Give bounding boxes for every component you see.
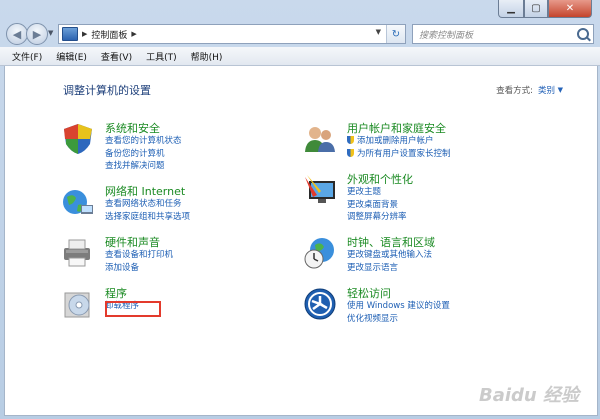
- address-dropdown-icon[interactable]: ▼: [376, 28, 381, 36]
- menu-tools[interactable]: 工具(T): [146, 50, 177, 63]
- caption-buttons: ▁ ▢ ✕: [498, 0, 592, 18]
- category-clock-language-region: 时钟、语言和区域 更改键盘或其他输入法 更改显示语言: [303, 234, 533, 278]
- search-placeholder: 搜索控制面板: [419, 30, 474, 41]
- ease-of-access-icon[interactable]: [303, 287, 337, 321]
- category-heading[interactable]: 硬件和声音: [105, 234, 160, 250]
- users-icon[interactable]: [303, 122, 337, 156]
- category-network-internet: 网络和 Internet 查看网络状态和任务 选择家庭组和共享选项: [61, 183, 291, 227]
- view-by-label: 查看方式:: [496, 86, 533, 96]
- category-heading[interactable]: 系统和安全: [105, 120, 160, 136]
- category-hardware-sound: 硬件和声音 查看设备和打印机 添加设备: [61, 234, 291, 278]
- link-add-device[interactable]: 添加设备: [105, 262, 173, 275]
- back-button[interactable]: ◀: [6, 23, 28, 45]
- link-troubleshoot[interactable]: 查找并解决问题: [105, 160, 182, 173]
- search-box[interactable]: 搜索控制面板: [412, 24, 594, 44]
- link-change-input-method[interactable]: 更改键盘或其他输入法: [347, 249, 432, 262]
- breadcrumb-arrow-icon[interactable]: ▶: [82, 30, 87, 38]
- link-devices-printers[interactable]: 查看设备和打印机: [105, 249, 173, 262]
- view-by-dropdown[interactable]: 类别: [538, 84, 555, 96]
- close-button[interactable]: ✕: [548, 0, 592, 18]
- menu-help[interactable]: 帮助(H): [191, 50, 223, 63]
- link-add-remove-accounts[interactable]: 添加或删除用户帐户: [347, 135, 451, 148]
- control-panel-icon: [62, 27, 78, 41]
- link-optimize-video[interactable]: 优化视频显示: [347, 313, 450, 326]
- search-icon[interactable]: [577, 28, 589, 40]
- link-desktop-background[interactable]: 更改桌面背景: [347, 199, 407, 212]
- menu-view[interactable]: 查看(V): [101, 50, 132, 63]
- minimize-button[interactable]: ▁: [498, 0, 524, 18]
- printer-icon[interactable]: [61, 236, 95, 270]
- recent-pages-dropdown[interactable]: ▼: [48, 29, 53, 37]
- category-heading[interactable]: 程序: [105, 285, 127, 301]
- link-view-computer-status[interactable]: 查看您的计算机状态: [105, 135, 182, 148]
- link-display-language[interactable]: 更改显示语言: [347, 262, 432, 275]
- link-windows-recommended-settings[interactable]: 使用 Windows 建议的设置: [347, 300, 450, 313]
- category-ease-of-access: 轻松访问 使用 Windows 建议的设置 优化视频显示: [303, 285, 533, 329]
- address-bar[interactable]: ▶ 控制面板 ▶ ▼ ↻: [58, 24, 406, 44]
- category-programs: 程序 卸载程序: [61, 285, 291, 318]
- link-screen-resolution[interactable]: 调整屏幕分辨率: [347, 211, 407, 224]
- link-parental-controls[interactable]: 为所有用户设置家长控制: [347, 148, 451, 161]
- appearance-monitor-icon[interactable]: [303, 173, 337, 207]
- category-heading[interactable]: 外观和个性化: [347, 171, 413, 187]
- control-panel-window: ▁ ▢ ✕ ◀ ▶ ▼ ▶ 控制面板 ▶ ▼ ↻ 搜索控制面板 文件(F) 编辑…: [0, 0, 600, 419]
- highlight-box: [105, 301, 161, 317]
- programs-disc-icon[interactable]: [61, 287, 95, 321]
- category-heading[interactable]: 网络和 Internet: [105, 183, 185, 199]
- menu-file[interactable]: 文件(F): [12, 50, 42, 63]
- link-view-network-status[interactable]: 查看网络状态和任务: [105, 198, 190, 211]
- watermark: Baidu 经验: [478, 385, 579, 406]
- view-by-caret-icon[interactable]: ▼: [558, 86, 563, 94]
- title-bar: ▁ ▢ ✕: [0, 0, 600, 20]
- category-appearance: 外观和个性化 更改主题 更改桌面背景 调整屏幕分辨率: [303, 171, 533, 227]
- maximize-button[interactable]: ▢: [524, 0, 548, 18]
- category-user-accounts: 用户帐户和家庭安全 添加或删除用户帐户 为所有用户设置家长控制: [303, 120, 533, 164]
- category-system-security: 系统和安全 查看您的计算机状态 备份您的计算机 查找并解决问题: [61, 120, 291, 176]
- link-backup-computer[interactable]: 备份您的计算机: [105, 148, 182, 161]
- category-heading[interactable]: 时钟、语言和区域: [347, 234, 435, 250]
- breadcrumb-arrow-icon[interactable]: ▶: [131, 30, 136, 38]
- link-homegroup-sharing[interactable]: 选择家庭组和共享选项: [105, 211, 190, 224]
- forward-button[interactable]: ▶: [26, 23, 48, 45]
- menu-bar: 文件(F) 编辑(E) 查看(V) 工具(T) 帮助(H): [0, 47, 600, 66]
- arrow-left-icon: ◀: [12, 27, 22, 41]
- network-globe-icon[interactable]: [61, 185, 95, 219]
- refresh-button[interactable]: ↻: [386, 25, 405, 43]
- category-heading[interactable]: 轻松访问: [347, 285, 391, 301]
- shield-icon[interactable]: [61, 122, 95, 156]
- category-heading[interactable]: 用户帐户和家庭安全: [347, 120, 446, 136]
- menu-edit[interactable]: 编辑(E): [56, 50, 87, 63]
- arrow-right-icon: ▶: [32, 27, 42, 41]
- breadcrumb-control-panel[interactable]: 控制面板: [91, 28, 127, 41]
- page-title: 调整计算机的设置: [63, 84, 151, 97]
- content-pane: 调整计算机的设置 查看方式: 类别 ▼ 系统和安全 查看您的计算机状态 备份您的…: [4, 66, 598, 416]
- clock-globe-icon[interactable]: [303, 236, 337, 270]
- navigation-bar: ◀ ▶ ▼ ▶ 控制面板 ▶ ▼ ↻ 搜索控制面板: [0, 20, 600, 46]
- refresh-icon: ↻: [391, 28, 401, 40]
- link-change-theme[interactable]: 更改主题: [347, 186, 407, 199]
